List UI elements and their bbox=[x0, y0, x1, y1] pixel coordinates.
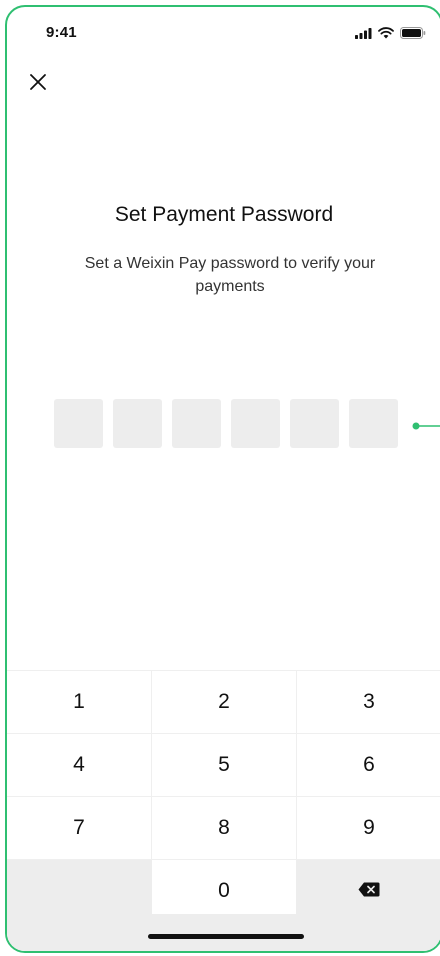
page-title: Set Payment Password bbox=[114, 203, 334, 226]
key-9[interactable]: 9 bbox=[296, 797, 440, 859]
battery-icon bbox=[400, 26, 426, 44]
key-3[interactable]: 3 bbox=[296, 671, 440, 733]
keypad-row: 1 2 3 bbox=[7, 670, 440, 733]
pin-digit-box[interactable] bbox=[231, 399, 280, 448]
key-2[interactable]: 2 bbox=[151, 671, 296, 733]
home-indicator-area bbox=[7, 914, 440, 951]
key-0[interactable]: 0 bbox=[151, 860, 297, 922]
password-input[interactable] bbox=[54, 399, 398, 448]
key-5[interactable]: 5 bbox=[151, 734, 296, 796]
page-subtitle: Set a Weixin Pay password to verify your… bbox=[84, 255, 376, 295]
key-blank bbox=[7, 860, 152, 922]
keypad-row: 7 8 9 bbox=[7, 796, 440, 859]
phone-screen: 9:41 Set Payment Password Set a Weixin P… bbox=[5, 5, 440, 953]
key-8[interactable]: 8 bbox=[151, 797, 296, 859]
wifi-icon bbox=[378, 26, 394, 44]
annotation-marker bbox=[412, 418, 440, 430]
cellular-signal-icon bbox=[355, 26, 372, 44]
key-6[interactable]: 6 bbox=[296, 734, 440, 796]
key-7[interactable]: 7 bbox=[7, 797, 151, 859]
close-icon bbox=[29, 73, 47, 96]
pin-digit-box[interactable] bbox=[113, 399, 162, 448]
numeric-keypad: 1 2 3 4 5 6 7 8 9 0 bbox=[7, 670, 440, 951]
home-indicator[interactable] bbox=[148, 934, 304, 939]
pin-digit-box[interactable] bbox=[349, 399, 398, 448]
status-icons bbox=[355, 26, 426, 44]
keypad-row: 4 5 6 bbox=[7, 733, 440, 796]
pin-digit-box[interactable] bbox=[172, 399, 221, 448]
status-bar: 9:41 bbox=[7, 7, 440, 51]
close-button[interactable] bbox=[24, 70, 52, 98]
keypad-row: 0 bbox=[7, 859, 440, 922]
backspace-icon bbox=[358, 879, 380, 903]
key-1[interactable]: 1 bbox=[7, 671, 151, 733]
pin-digit-box[interactable] bbox=[54, 399, 103, 448]
status-time: 9:41 bbox=[46, 24, 77, 41]
delete-key[interactable] bbox=[296, 860, 440, 922]
key-4[interactable]: 4 bbox=[7, 734, 151, 796]
pin-digit-box[interactable] bbox=[290, 399, 339, 448]
